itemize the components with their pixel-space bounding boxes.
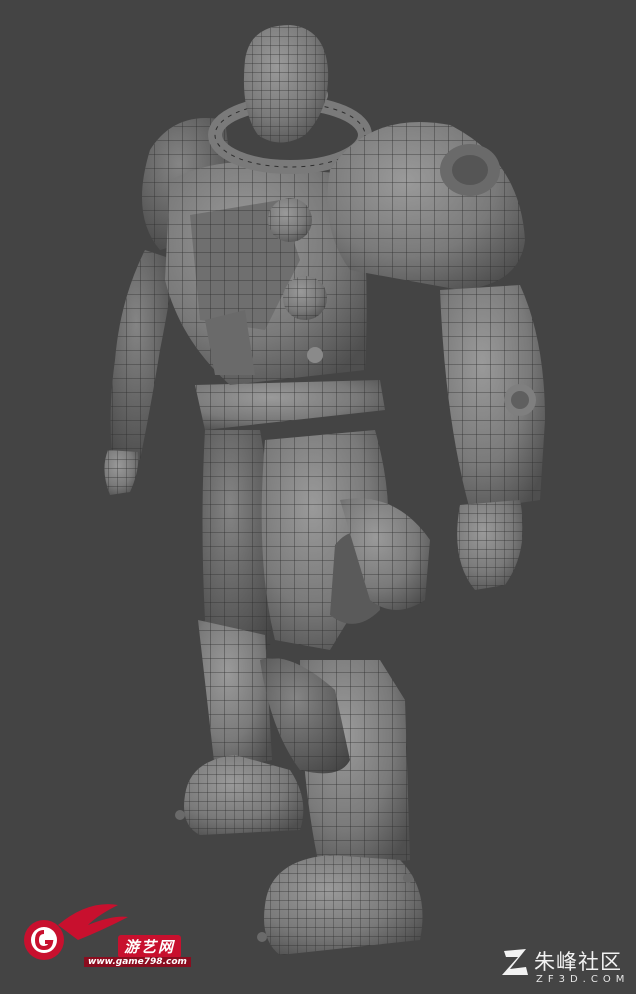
zf3d-logo-icon <box>502 949 528 975</box>
render-viewport: 游艺网 www.game798.com 朱峰社区 ZF3D.COM <box>0 0 636 994</box>
right-shoulder-pauldron <box>327 122 525 290</box>
belt <box>195 380 385 430</box>
right-arm <box>440 285 545 590</box>
game798-cn-text: 游艺网 <box>118 935 182 958</box>
right-leg <box>257 430 430 955</box>
armored-character-model <box>104 25 545 955</box>
zf3d-cn-text: 朱峰社区 <box>534 950 622 974</box>
head <box>243 25 329 143</box>
game798-url-text: www.game798.com <box>84 957 191 967</box>
zf3d-en-text: ZF3D.COM <box>536 974 630 985</box>
left-arm <box>104 250 175 495</box>
